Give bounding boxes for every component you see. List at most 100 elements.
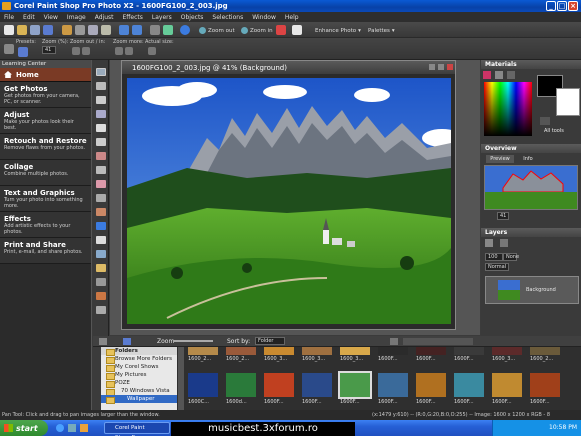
layer-row-background[interactable]: Background	[485, 276, 579, 304]
blend-mode-select[interactable]: Normal	[485, 263, 509, 271]
palettes-button[interactable]: Palettes ▾	[365, 25, 398, 36]
overview-preview[interactable]	[484, 165, 578, 210]
thumbnail[interactable]	[530, 373, 560, 397]
background-swatch[interactable]	[556, 88, 580, 116]
open-icon[interactable]	[17, 25, 27, 35]
lc-item-adjust[interactable]: Adjust Make your photos look their best.	[0, 108, 91, 134]
preset-shape-icon[interactable]	[96, 264, 106, 272]
lc-item-text-graphics[interactable]: Text and Graphics Turn your photo into s…	[0, 186, 91, 212]
zoom-more-out-icon[interactable]	[115, 47, 123, 55]
thumbnail[interactable]	[264, 347, 294, 355]
lc-item-print-share[interactable]: Print and Share Print, e-mail, and share…	[0, 238, 91, 264]
folder-item[interactable]: 70 Windows Vista	[101, 387, 177, 396]
new-layer-icon[interactable]	[485, 239, 493, 247]
maximize-button[interactable]: □	[557, 1, 567, 11]
sort-select[interactable]: Folder	[255, 337, 285, 345]
texture-icon[interactable]	[540, 117, 550, 125]
new-icon[interactable]	[4, 25, 14, 35]
folder-scrollbar[interactable]	[178, 347, 184, 410]
thumbnail[interactable]	[454, 347, 484, 355]
opacity-input[interactable]: 100	[485, 253, 503, 261]
thumbnail[interactable]	[492, 373, 522, 397]
thumbnail[interactable]	[302, 347, 332, 355]
learning-center-home[interactable]: Home	[0, 68, 91, 82]
menu-edit[interactable]: Edit	[23, 14, 35, 21]
frame-icon[interactable]	[483, 71, 491, 79]
resize-icon[interactable]	[163, 25, 173, 35]
zoom-in-button[interactable]: Zoom in	[238, 25, 276, 36]
thumbnail[interactable]	[378, 373, 408, 397]
organizer-new-icon[interactable]	[123, 338, 131, 345]
thumbnail[interactable]	[188, 373, 218, 397]
thumbnail[interactable]	[264, 373, 294, 397]
enhance-photo-button[interactable]: Enhance Photo ▾	[312, 25, 364, 36]
lc-item-effects[interactable]: Effects Add artistic effects to your pho…	[0, 212, 91, 238]
organizer-side-tab[interactable]	[93, 347, 101, 410]
lc-item-retouch[interactable]: Retouch and Restore Remove flaws from yo…	[0, 134, 91, 160]
organizer-menu-icon[interactable]	[99, 338, 107, 345]
document-image[interactable]	[127, 78, 451, 324]
crop-icon[interactable]	[150, 25, 160, 35]
paste-icon[interactable]	[101, 25, 111, 35]
thumbnail[interactable]	[226, 373, 256, 397]
dodge-tool-icon[interactable]	[96, 208, 106, 216]
menu-effects[interactable]: Effects	[122, 14, 142, 21]
folder-item[interactable]: My Corel Shows	[101, 363, 177, 372]
organizer-zoom-slider[interactable]	[173, 340, 213, 342]
thumbnail[interactable]	[416, 347, 446, 355]
zoom-more-in-icon[interactable]	[125, 47, 133, 55]
doc-close-icon[interactable]	[447, 64, 453, 70]
folder-item[interactable]: My Pictures	[101, 371, 177, 380]
thumbnail[interactable]	[226, 347, 256, 355]
zoom-out-small-icon[interactable]	[72, 47, 80, 55]
window-layout-icon[interactable]	[292, 25, 302, 35]
pen-tool-icon[interactable]	[96, 278, 106, 286]
browse-icon[interactable]	[30, 25, 40, 35]
straighten-tool-icon[interactable]	[96, 138, 106, 146]
menu-layers[interactable]: Layers	[152, 14, 172, 21]
undo-icon[interactable]	[119, 25, 129, 35]
thumbnail[interactable]	[302, 373, 332, 397]
menu-file[interactable]: File	[4, 14, 14, 21]
menu-objects[interactable]: Objects	[181, 14, 204, 21]
thumbnail[interactable]	[492, 347, 522, 355]
save-icon[interactable]	[43, 25, 53, 35]
organizer-tag-icon[interactable]	[390, 338, 398, 345]
full-screen-icon[interactable]	[276, 25, 286, 35]
thumbnail[interactable]	[378, 347, 408, 355]
start-button[interactable]: start	[0, 420, 48, 436]
mesh-warp-icon[interactable]	[96, 306, 106, 314]
menu-view[interactable]: View	[44, 14, 58, 21]
menu-selections[interactable]: Selections	[212, 14, 243, 21]
tab-info[interactable]: Info	[516, 155, 540, 163]
picture-tube-icon[interactable]	[96, 236, 106, 244]
move-tool-icon[interactable]	[96, 110, 106, 118]
selection-tool-icon[interactable]	[96, 96, 106, 104]
media-player-icon[interactable]	[80, 424, 88, 432]
minimize-button[interactable]: _	[546, 1, 556, 11]
zoom-input[interactable]: 41	[42, 46, 56, 54]
thumbnail[interactable]	[416, 373, 446, 397]
folder-item-selected[interactable]: Wallpaper	[101, 395, 177, 404]
redo-icon[interactable]	[132, 25, 142, 35]
mode-select[interactable]: None	[503, 253, 519, 261]
folder-item[interactable]: Browse More Folders	[101, 355, 177, 364]
close-button[interactable]: ×	[568, 1, 578, 11]
pan-tool-icon[interactable]	[96, 68, 106, 76]
menu-help[interactable]: Help	[285, 14, 299, 21]
clone-brush-icon[interactable]	[96, 166, 106, 174]
doc-maximize-icon[interactable]	[438, 64, 444, 70]
print-icon[interactable]	[62, 25, 72, 35]
paint-brush-icon[interactable]	[96, 180, 106, 188]
layer-mask-icon[interactable]	[500, 239, 508, 247]
palette-icon[interactable]	[507, 71, 515, 79]
crop-tool-icon[interactable]	[96, 124, 106, 132]
menu-window[interactable]: Window	[252, 14, 276, 21]
taskbar-item-paintshop[interactable]: Corel Paint Shop_Pr...	[104, 422, 170, 436]
flood-fill-icon[interactable]	[96, 222, 106, 230]
eraser-tool-icon[interactable]	[96, 194, 106, 202]
thumbnail[interactable]	[530, 347, 560, 355]
thumbnail[interactable]	[188, 347, 218, 355]
pick-tool-icon[interactable]	[96, 82, 106, 90]
zoom-out-button[interactable]: Zoom out	[196, 25, 238, 36]
